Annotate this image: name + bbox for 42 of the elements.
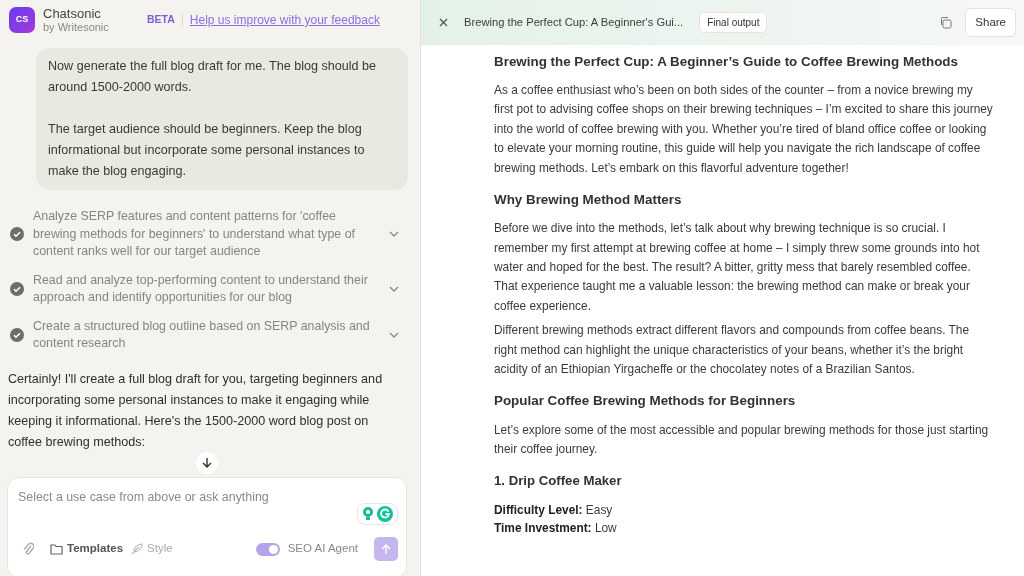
lightbulb-icon bbox=[362, 506, 374, 522]
document-title: Brewing the Perfect Cup: A Beginner's Gui... bbox=[464, 15, 684, 31]
scroll-down-button[interactable] bbox=[196, 452, 218, 474]
logo-icon: CS bbox=[9, 7, 35, 33]
close-icon[interactable] bbox=[439, 18, 448, 27]
g-logo-icon bbox=[377, 506, 393, 522]
subsection-heading: 1. Drip Coffee Maker bbox=[494, 472, 623, 491]
message-field[interactable]: Select a use case from above or ask anything Templates Style SEO AI Agent bbox=[7, 477, 407, 576]
share-button[interactable]: Share bbox=[965, 7, 1016, 38]
paragraph: Different brewing methods extract different flavors and compounds from coffee beans. The right method can highlight the unique characteristics of your beans, whether it’s the bright acidity of an Ethiopian Yirgacheffe or the chocolatey notes of a Brazilian Santos. bbox=[494, 322, 970, 378]
status-badge: Final output bbox=[699, 12, 768, 33]
templates-button[interactable]: Templates bbox=[50, 540, 124, 558]
detail-line: Difficulty Level: Easy bbox=[494, 502, 614, 520]
paragraph: As a coffee enthusiast who’s been on both sides of the counter – from a novice brewing my first pot to advising coffee shops on their brewing techniques – I’m excited to share this journey into the world of coffee brewing with you. Whether you’re tired of bland office coffee or looking to elevate your morning routine, this guide will help you navigate the rich landscape of coffee brewing methods. Let’s embark on this flavorful adventure together! bbox=[494, 82, 994, 177]
article-title: Brewing the Perfect Cup: A Beginner’s Guide to Coffee Brewing Methods bbox=[494, 53, 959, 71]
step-text: Create a structured blog outline based on SERP analysis and content research bbox=[33, 317, 371, 352]
paragraph: Let’s explore some of the most accessible and popular brewing methods for those just starting their coffee journey. bbox=[494, 421, 990, 458]
toggle-switch[interactable] bbox=[255, 542, 280, 556]
chevron-down-icon[interactable] bbox=[389, 231, 399, 238]
agent-label: SEO AI Agent bbox=[287, 541, 358, 557]
detail-line: Time Investment: Low bbox=[494, 520, 618, 538]
arrow-up-icon bbox=[380, 543, 392, 555]
feather-icon bbox=[131, 543, 144, 555]
feedback-link[interactable]: Help us improve with your feedback bbox=[189, 11, 380, 29]
section-heading: Popular Coffee Brewing Methods for Beginners bbox=[494, 392, 797, 411]
folder-icon bbox=[50, 543, 63, 555]
arrow-down-icon bbox=[201, 457, 213, 469]
step-text: Analyze SERP features and content patterns for 'coffee brewing methods for beginners' to understand what type of content ranks well for our target audience bbox=[33, 208, 356, 260]
step-text: Read and analyze top-performing content to understand their approach and identify opportunities for our blog bbox=[33, 271, 369, 306]
app-name: Chatsonic bbox=[43, 6, 102, 21]
user-message: Now generate the full blog draft for me. The blog should be around 1500-2000 words. The target audience should be beginners. Keep the blog informational but incorporate some personal instances to make the blog engaging. bbox=[36, 48, 408, 190]
grammar-widget[interactable] bbox=[357, 503, 398, 525]
assistant-message: Certainly! I'll create a full blog draft for you, targeting beginners and incorporating some personal instances to make it engaging while keeping it informational. Here's the 1500-2000 word blog post on coffee brewing methods: bbox=[7, 370, 384, 451]
paragraph: Before we dive into the methods, let’s talk about why brewing technique is so crucial. I remember my first attempt at brewing coffee at home – I simply threw some grounds into hot water and hoped for the best. The result? A bitter, gritty mess that barely resembled coffee. That experience taught me a valuable lesson: the brewing method can make or break your coffee experience. bbox=[494, 220, 981, 315]
paperclip-icon[interactable] bbox=[22, 542, 34, 556]
copy-icon[interactable] bbox=[939, 16, 953, 29]
section-heading: Why Brewing Method Matters bbox=[494, 191, 683, 210]
chevron-down-icon[interactable] bbox=[389, 286, 399, 292]
send-button[interactable] bbox=[374, 537, 398, 561]
chevron-down-icon[interactable] bbox=[389, 332, 399, 338]
beta-label: BETA bbox=[147, 12, 175, 28]
app-byline: by Writesonic bbox=[43, 21, 110, 34]
